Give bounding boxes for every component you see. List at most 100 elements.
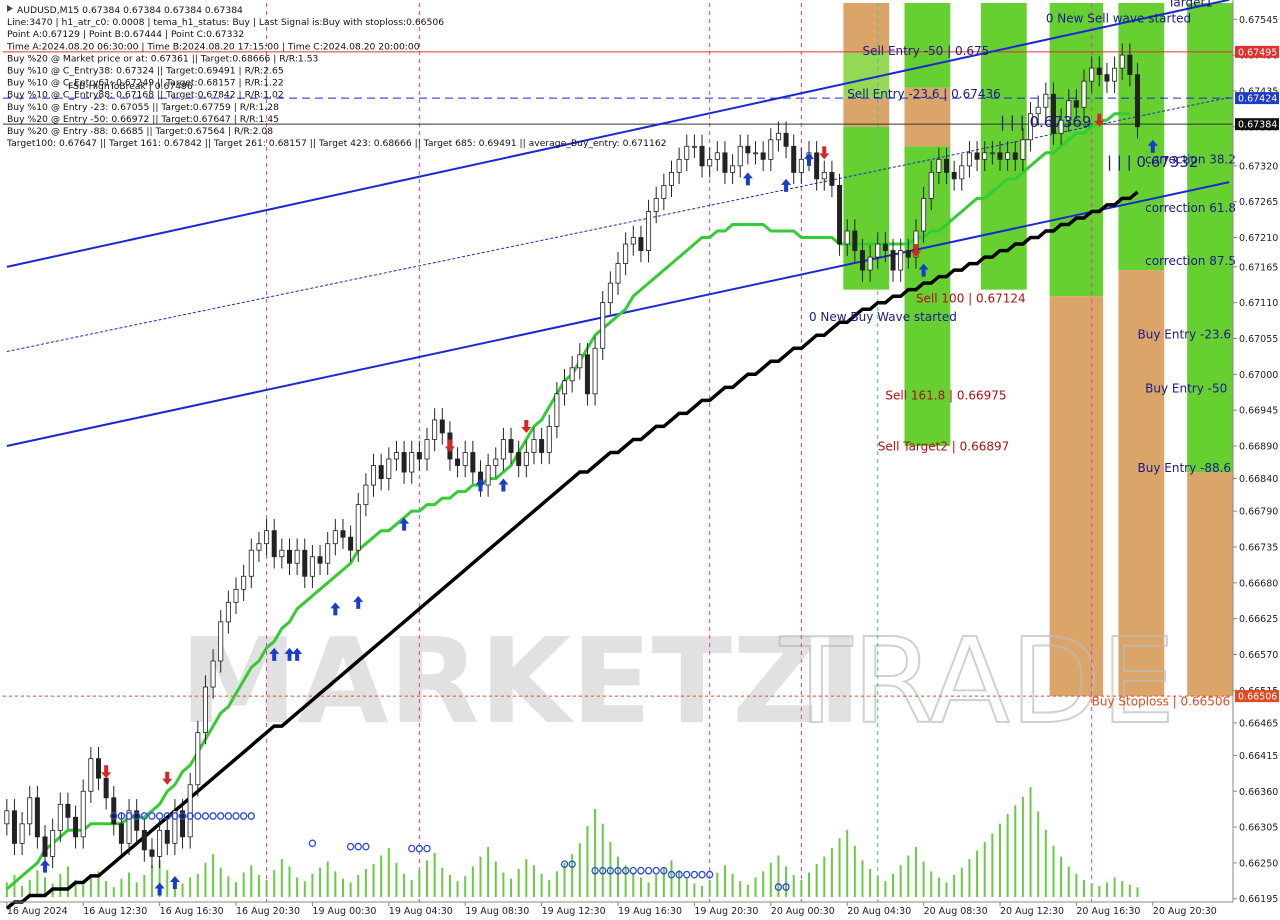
candle-body — [1119, 54, 1125, 69]
candle-body — [264, 530, 270, 545]
y-tick-label: 0.67000 — [1239, 370, 1278, 381]
candle-body — [1012, 152, 1018, 160]
x-tick-label: 19 Aug 04:30 — [389, 906, 453, 917]
candle-body — [989, 152, 995, 155]
y-tick-label: 0.66735 — [1239, 542, 1278, 553]
candle-body — [951, 171, 957, 180]
candle-body — [508, 439, 514, 453]
candle-body — [500, 439, 506, 460]
candle-body — [615, 263, 621, 284]
candle-body — [363, 484, 369, 506]
candle-body — [294, 549, 300, 564]
candle-body — [393, 452, 399, 460]
zone-label: 0 New Sell wave started — [1046, 12, 1191, 26]
y-tick-label: 0.66570 — [1239, 650, 1278, 661]
candle-body — [95, 758, 101, 779]
watermark-right: TRADE — [779, 612, 1175, 750]
candle-body — [470, 452, 476, 473]
candle-body — [493, 458, 499, 466]
candle-body — [286, 549, 292, 564]
candle-body — [638, 237, 644, 251]
candle-body — [432, 419, 438, 440]
candle-body — [348, 536, 354, 551]
chart-canvas: MARKETZI TRADE Sell Entry -50 | 0.675 Sel… — [0, 0, 1280, 920]
candle-body — [783, 132, 789, 147]
candle-body — [218, 621, 224, 662]
candle-body — [416, 452, 422, 460]
zone-label: Buy Entry -23.6 — [1138, 327, 1232, 341]
buy-zone-3-seg — [1187, 472, 1233, 697]
candle-body — [562, 380, 568, 395]
candle-body — [745, 145, 751, 154]
x-tick-label: 19 Aug 12:30 — [542, 906, 606, 917]
y-tick-label: 0.66360 — [1239, 787, 1278, 798]
watermark: MARKETZI TRADE — [180, 611, 1176, 751]
y-tick-label: 0.67055 — [1239, 334, 1278, 345]
y-tick-label: 0.67110 — [1239, 298, 1278, 309]
candle-body — [180, 810, 186, 838]
zone-label: Target1 — [1167, 0, 1213, 9]
candle-body — [455, 458, 461, 466]
candle-body — [546, 426, 552, 453]
candle-body — [974, 152, 980, 160]
candle-body — [577, 354, 583, 369]
candle-body — [1081, 80, 1087, 108]
x-tick-label: 16 Aug 20:30 — [236, 906, 300, 917]
buy-zone-2-seg — [1118, 3, 1165, 271]
zone-label: correction 87.5 — [1145, 254, 1236, 268]
x-tick-label: 19 Aug 20:30 — [694, 906, 758, 917]
info-line: Buy %20 @ Entry -50: 0.66972 || Target:0… — [7, 114, 279, 125]
level-label: | | | 0.67369 — [1000, 113, 1092, 131]
x-tick-label: 16 Aug 2024 — [7, 906, 68, 917]
candle-body — [279, 549, 285, 558]
candle-body — [714, 152, 720, 160]
candle-body — [668, 171, 674, 186]
zone-label: Sell 100 | 0.67124 — [916, 292, 1026, 306]
y-tick-label: 0.67320 — [1239, 161, 1278, 172]
level-label: | | | 0.67332 — [1107, 153, 1199, 171]
candle-body — [722, 152, 728, 173]
candle-body — [248, 549, 254, 577]
candle-body — [875, 243, 881, 258]
candle-body — [1005, 152, 1011, 160]
buy-zone-3-seg — [1187, 3, 1233, 473]
info-line: Target100: 0.67647 || Target 161: 0.6784… — [6, 138, 667, 149]
candle-body — [569, 367, 575, 382]
x-tick-label: 16 Aug 12:30 — [83, 906, 147, 917]
candle-body — [1104, 74, 1110, 82]
x-tick-label: 20 Aug 08:30 — [924, 906, 988, 917]
candle-body — [775, 132, 781, 141]
candle-body — [210, 660, 216, 688]
candle-body — [753, 152, 759, 155]
price-tag-label: 0.67384 — [1238, 120, 1277, 131]
candle-body — [737, 145, 743, 167]
candle-body — [241, 575, 247, 590]
candle-body — [325, 543, 331, 564]
candle-body — [141, 829, 147, 851]
candle-body — [592, 347, 598, 395]
candle-body — [424, 439, 430, 460]
candle-body — [378, 465, 384, 479]
candle-body — [523, 452, 529, 466]
x-tick-label: 20 Aug 00:30 — [771, 906, 835, 917]
y-tick-label: 0.67210 — [1239, 233, 1278, 244]
y-tick-label: 0.66840 — [1239, 474, 1278, 485]
candle-body — [928, 171, 934, 199]
candle-body — [959, 165, 965, 180]
candle-body — [936, 158, 942, 173]
candle-body — [966, 152, 972, 167]
candle-body — [340, 530, 346, 538]
candle-body — [760, 152, 766, 160]
info-line: Line:3470 | h1_atr_c0: 0.0008 | tema_h1_… — [7, 17, 444, 28]
candle-body — [707, 158, 713, 167]
sell-zone-1-seg — [843, 98, 890, 127]
candle-body — [691, 145, 697, 148]
y-tick-label: 0.66305 — [1239, 823, 1278, 834]
candle-body — [867, 256, 873, 271]
candle-body — [233, 588, 239, 603]
candle-body — [1073, 100, 1079, 108]
candle-body — [271, 530, 277, 558]
zone-label: Sell Entry -50 | 0.675 — [862, 44, 989, 58]
candle-body — [676, 158, 682, 173]
x-tick-label: 19 Aug 16:30 — [618, 906, 682, 917]
